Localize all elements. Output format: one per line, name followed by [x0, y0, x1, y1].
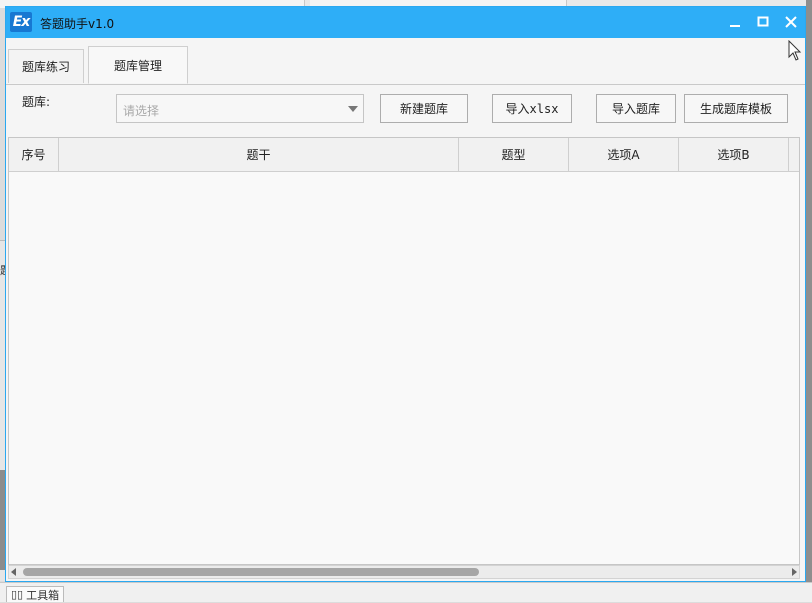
close-button[interactable] — [777, 11, 805, 33]
import-xlsx-button[interactable]: 导入xlsx — [492, 94, 572, 123]
column-header-index[interactable]: 序号 — [9, 138, 59, 172]
minimize-icon — [730, 25, 740, 27]
new-bank-button[interactable]: 新建题库 — [380, 94, 468, 123]
window-title: 答题助手v1.0 — [40, 17, 115, 31]
background-right-edge — [806, 0, 812, 601]
dropdown-arrow-icon — [348, 106, 358, 112]
title-bar[interactable]: Ex 答题助手v1.0 — [6, 7, 805, 38]
tab-bar: 题库练习 题库管理 — [6, 38, 805, 85]
minimize-button[interactable] — [721, 11, 749, 33]
app-logo-icon: Ex — [10, 12, 32, 32]
horizontal-scrollbar[interactable] — [8, 565, 800, 579]
column-header-option-a[interactable]: 选项A — [569, 138, 679, 172]
table-header: 序号 题干 题型 选项A 选项B — [9, 138, 799, 173]
background-taskbar-tab-label: 工具箱 — [26, 588, 60, 602]
scroll-left-arrow-icon[interactable] — [11, 568, 16, 576]
mouse-pointer-icon — [788, 40, 802, 61]
column-header-stem[interactable]: 题干 — [59, 138, 459, 172]
scrollbar-thumb[interactable] — [23, 568, 479, 576]
tab-practice[interactable]: 题库练习 — [8, 49, 84, 83]
maximize-icon — [757, 16, 769, 27]
background-taskbar-tab[interactable]: ▯▯ 工具箱 — [6, 586, 65, 602]
maximize-button[interactable] — [749, 11, 777, 33]
column-header-overflow — [789, 138, 799, 172]
question-table[interactable]: 序号 题干 题型 选项A 选项B — [8, 137, 800, 565]
toolbox-icon: ▯▯ — [11, 588, 24, 601]
library-select[interactable]: 请选择 — [116, 94, 364, 123]
scroll-right-arrow-icon[interactable] — [792, 568, 797, 576]
library-label: 题库: — [22, 95, 51, 109]
import-bank-button[interactable]: 导入题库 — [596, 94, 676, 123]
tab-management[interactable]: 题库管理 — [88, 46, 188, 84]
background-taskbar — [0, 582, 812, 602]
app-window: Ex 答题助手v1.0 题库练习 题库管理 题库: 请选择 新建题库 导入xls… — [5, 6, 806, 582]
close-icon — [785, 16, 797, 28]
library-select-placeholder: 请选择 — [123, 104, 160, 118]
column-header-type[interactable]: 题型 — [459, 138, 569, 172]
column-header-option-b[interactable]: 选项B — [679, 138, 789, 172]
generate-template-button[interactable]: 生成题库模板 — [684, 94, 788, 123]
